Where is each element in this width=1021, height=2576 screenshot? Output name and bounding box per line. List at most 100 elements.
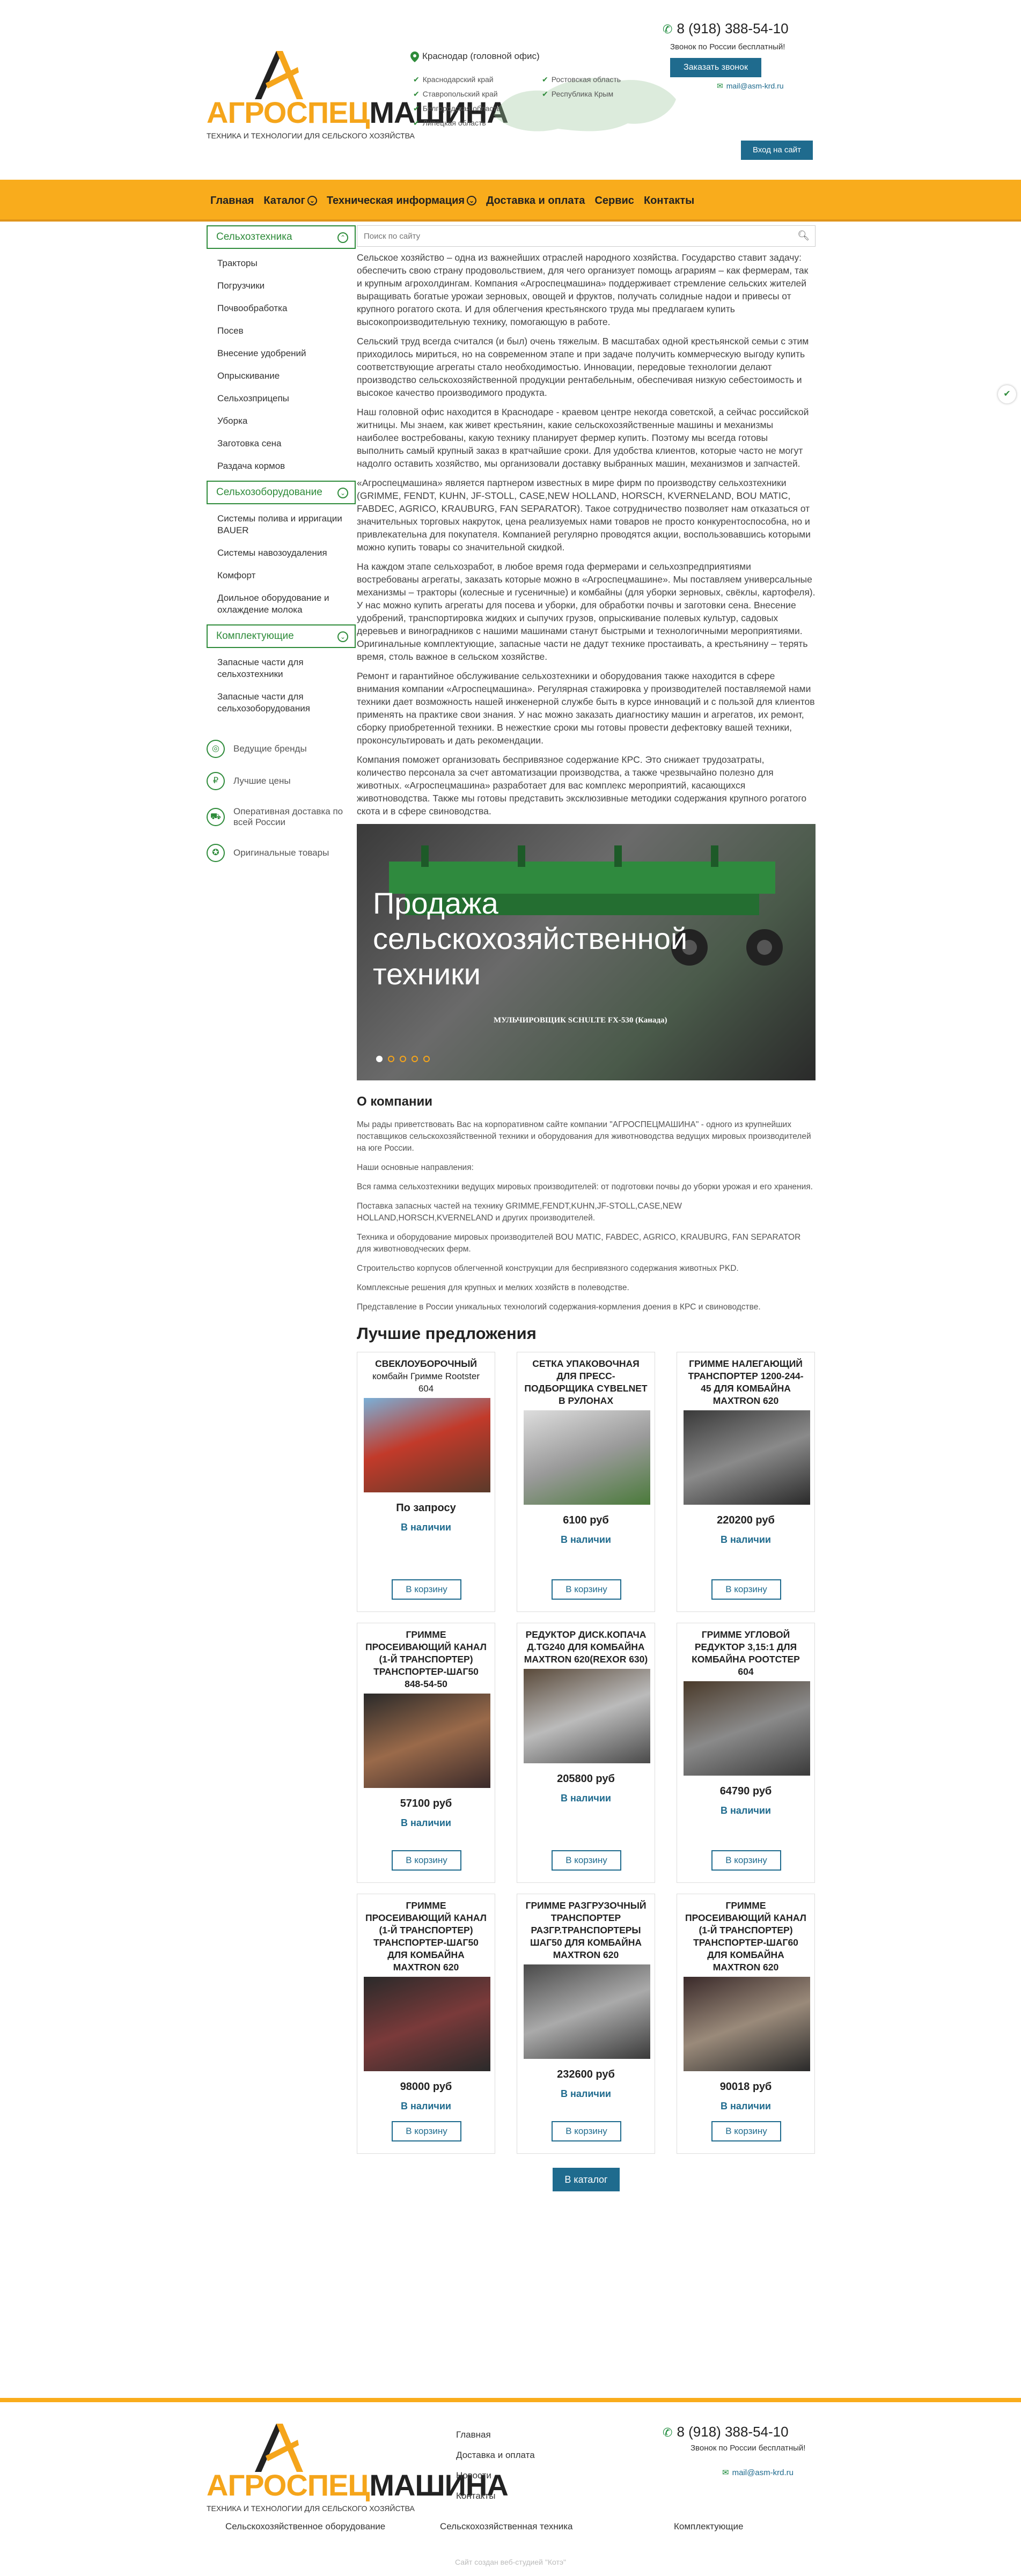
sidebar-item[interactable]: Посев	[207, 320, 356, 342]
sidebar-item[interactable]: Заготовка сена	[207, 432, 356, 455]
sidebar-item[interactable]: Системы полива и ирригации BAUER	[207, 507, 356, 542]
product-image[interactable]	[364, 1694, 490, 1788]
nav-item-home[interactable]: Главная	[210, 195, 254, 207]
logo-subtitle: ТЕХНИКА И ТЕХНОЛОГИИ ДЛЯ СЕЛЬСКОГО ХОЗЯЙ…	[207, 2504, 415, 2513]
product-card[interactable]: ГРИММЕ УГЛОВОЙ РЕДУКТОР 3,15:1 ДЛЯ КОМБА…	[677, 1623, 815, 1883]
nav-item-delivery[interactable]: Доставка и оплата	[486, 195, 585, 207]
region-item[interactable]: ✔ Ставропольский край	[413, 87, 553, 101]
footer-phone[interactable]: ✆ 8 (918) 388-54-10	[663, 2424, 813, 2440]
sidebar-item[interactable]: Комфорт	[207, 564, 356, 587]
add-to-cart-button[interactable]: В корзину	[552, 1850, 621, 1871]
product-image[interactable]	[364, 1398, 490, 1492]
product-card[interactable]: ГРИММЕ НАЛЕГАЮЩИЙ ТРАНСПОРТЕР 1200-244-4…	[677, 1352, 815, 1612]
product-card[interactable]: СЕТКА УПАКОВОЧНАЯ ДЛЯ ПРЕСС-ПОДБОРЩИКА C…	[517, 1352, 655, 1612]
sidebar-item[interactable]: Уборка	[207, 410, 356, 432]
add-to-cart-button[interactable]: В корзину	[392, 1850, 461, 1871]
shield-check-icon[interactable]: ✔	[998, 385, 1016, 403]
footer-category[interactable]: Комплектующие	[674, 2521, 743, 2532]
product-image[interactable]	[524, 1669, 650, 1763]
region-item[interactable]: ✔ Липецкая область	[413, 116, 553, 130]
sidebar-item[interactable]: Запасные части для сельхозоборудования	[207, 686, 356, 720]
region-item[interactable]: ✔ Ростовская область	[542, 72, 681, 87]
sidebar-item[interactable]: Запасные части для сельхозтехники	[207, 651, 356, 686]
footer-link-news[interactable]: Новости	[456, 2465, 535, 2486]
product-image[interactable]	[684, 1977, 810, 2071]
region-item[interactable]: ✔ Республика Крым	[542, 87, 681, 101]
product-image[interactable]	[684, 1410, 810, 1505]
product-title[interactable]: СЕТКА УПАКОВОЧНАЯ ДЛЯ ПРЕСС-ПОДБОРЩИКА C…	[524, 1358, 648, 1407]
product-title[interactable]: ГРИММЕ ПРОСЕИВАЮЩИЙ КАНАЛ (1-Й ТРАНСПОРТ…	[364, 1900, 488, 1974]
product-card[interactable]: РЕДУКТОР ДИСК.КОПАЧА Д.TG240 ДЛЯ КОМБАЙН…	[517, 1623, 655, 1883]
product-title[interactable]: ГРИММЕ НАЛЕГАЮЩИЙ ТРАНСПОРТЕР 1200-244-4…	[684, 1358, 808, 1407]
header-email[interactable]: ✉ mail@asm-krd.ru	[717, 82, 784, 91]
product-title[interactable]: ГРИММЕ ПРОСЕИВАЮЩИЙ КАНАЛ (1-Й ТРАНСПОРТ…	[684, 1900, 808, 1974]
product-price: 98000 руб	[400, 2081, 452, 2093]
product-image[interactable]	[364, 1977, 490, 2071]
region-item[interactable]: ✔ Белгородская область	[413, 101, 553, 116]
add-to-cart-button[interactable]: В корзину	[392, 2121, 461, 2141]
sidebar-group-parts[interactable]: Комплектующие ⌄	[207, 624, 356, 648]
footer-link-delivery[interactable]: Доставка и оплата	[456, 2445, 535, 2465]
product-card[interactable]: ГРИММЕ ПРОСЕИВАЮЩИЙ КАНАЛ (1-Й ТРАНСПОРТ…	[677, 1894, 815, 2154]
sidebar-item[interactable]: Раздача кормов	[207, 455, 356, 477]
product-subtitle[interactable]: комбайн Гримме Rootster 604	[364, 1370, 488, 1395]
slider-dot[interactable]	[400, 1056, 406, 1062]
product-title[interactable]: ГРИММЕ УГЛОВОЙ РЕДУКТОР 3,15:1 ДЛЯ КОМБА…	[684, 1629, 808, 1678]
sidebar-item[interactable]: Опрыскивание	[207, 365, 356, 387]
sidebar-item[interactable]: Сельхозприцепы	[207, 387, 356, 410]
slider-dot[interactable]	[423, 1056, 430, 1062]
add-to-cart-button[interactable]: В корзину	[552, 2121, 621, 2141]
hero-slider[interactable]: Продажа сельскохозяйственной техники МУЛ…	[357, 824, 816, 1080]
product-title[interactable]: ГРИММЕ ПРОСЕИВАЮЩИЙ КАНАЛ (1-Й ТРАНСПОРТ…	[364, 1629, 488, 1690]
product-stock: В наличии	[401, 1817, 451, 1828]
sidebar-item[interactable]: Доильное оборудование и охлаждение молок…	[207, 587, 356, 621]
product-card[interactable]: ГРИММЕ РАЗГРУЗОЧНЫЙ ТРАНСПОРТЕР РАЗГР.ТР…	[517, 1894, 655, 2154]
footer-link-contacts[interactable]: Контакты	[456, 2486, 535, 2506]
footer-link-home[interactable]: Главная	[456, 2425, 535, 2445]
footer-category[interactable]: Сельскохозяйственное оборудование	[225, 2521, 385, 2532]
search-input[interactable]	[357, 226, 815, 246]
product-card[interactable]: ГРИММЕ ПРОСЕИВАЮЩИЙ КАНАЛ (1-Й ТРАНСПОРТ…	[357, 1623, 495, 1883]
region-item[interactable]: ✔ Краснодарский край	[413, 72, 553, 87]
product-card[interactable]: ГРИММЕ ПРОСЕИВАЮЩИЙ КАНАЛ (1-Й ТРАНСПОРТ…	[357, 1894, 495, 2154]
nav-item-catalog[interactable]: Каталог ⌄	[263, 195, 317, 207]
about-paragraph: Вся гамма сельхозтехники ведущих мировых…	[357, 1182, 813, 1191]
sidebar-item[interactable]: Тракторы	[207, 252, 356, 275]
add-to-cart-button[interactable]: В корзину	[392, 1579, 461, 1600]
footer-logo[interactable]: АГРОСПЕЦМАШИНА ТЕХНИКА И ТЕХНОЛОГИИ ДЛЯ …	[207, 2418, 509, 2513]
product-title[interactable]: СВЕКЛОУБОРОЧНЫЙ	[364, 1358, 488, 1370]
feature-original: ✪ Оригинальные товары	[207, 837, 356, 869]
head-office[interactable]: Краснодар (головной офис)	[410, 51, 540, 62]
site-logo[interactable]: АГРОСПЕЦМАШИНА ТЕХНИКА И ТЕХНОЛОГИИ ДЛЯ …	[207, 46, 509, 140]
login-button[interactable]: Вход на сайт	[741, 141, 813, 160]
nav-item-service[interactable]: Сервис	[594, 195, 634, 207]
sidebar-item[interactable]: Внесение удобрений	[207, 342, 356, 365]
add-to-cart-button[interactable]: В корзину	[552, 1579, 621, 1600]
footer-category[interactable]: Сельскохозяйственная техника	[440, 2521, 572, 2532]
sidebar-item[interactable]: Почвообработка	[207, 297, 356, 320]
nav-item-tech-info[interactable]: Техническая информация ⌄	[327, 195, 477, 207]
sidebar-group-agritech[interactable]: Сельхозтехника ⌃	[207, 225, 356, 249]
product-image[interactable]	[684, 1681, 810, 1776]
search-icon[interactable]: 🔍︎	[797, 230, 810, 241]
sidebar-group-equipment[interactable]: Сельхозоборудование ⌄	[207, 481, 356, 504]
slider-dot[interactable]	[376, 1056, 383, 1062]
copyright[interactable]: Сайт создан веб-студией "Котэ"	[0, 2558, 1021, 2566]
product-card[interactable]: СВЕКЛОУБОРОЧНЫЙ комбайн Гримме Rootster …	[357, 1352, 495, 1612]
slider-dot[interactable]	[412, 1056, 418, 1062]
add-to-cart-button[interactable]: В корзину	[711, 1850, 781, 1871]
product-title[interactable]: РЕДУКТОР ДИСК.КОПАЧА Д.TG240 ДЛЯ КОМБАЙН…	[524, 1629, 648, 1666]
callback-button[interactable]: Заказать звонок	[670, 58, 761, 77]
product-image[interactable]	[524, 1410, 650, 1505]
add-to-cart-button[interactable]: В корзину	[711, 1579, 781, 1600]
catalog-button[interactable]: В каталог	[553, 2168, 620, 2191]
footer-email[interactable]: ✉ mail@asm-krd.ru	[722, 2468, 794, 2477]
header-phone[interactable]: ✆ 8 (918) 388-54-10	[663, 20, 813, 37]
add-to-cart-button[interactable]: В корзину	[711, 2121, 781, 2141]
slider-dot[interactable]	[388, 1056, 394, 1062]
product-title[interactable]: ГРИММЕ РАЗГРУЗОЧНЫЙ ТРАНСПОРТЕР РАЗГР.ТР…	[524, 1900, 648, 1961]
sidebar-item[interactable]: Погрузчики	[207, 275, 356, 297]
product-image[interactable]	[524, 1964, 650, 2059]
sidebar-item[interactable]: Системы навозоудаления	[207, 542, 356, 564]
nav-item-contacts[interactable]: Контакты	[644, 195, 694, 207]
